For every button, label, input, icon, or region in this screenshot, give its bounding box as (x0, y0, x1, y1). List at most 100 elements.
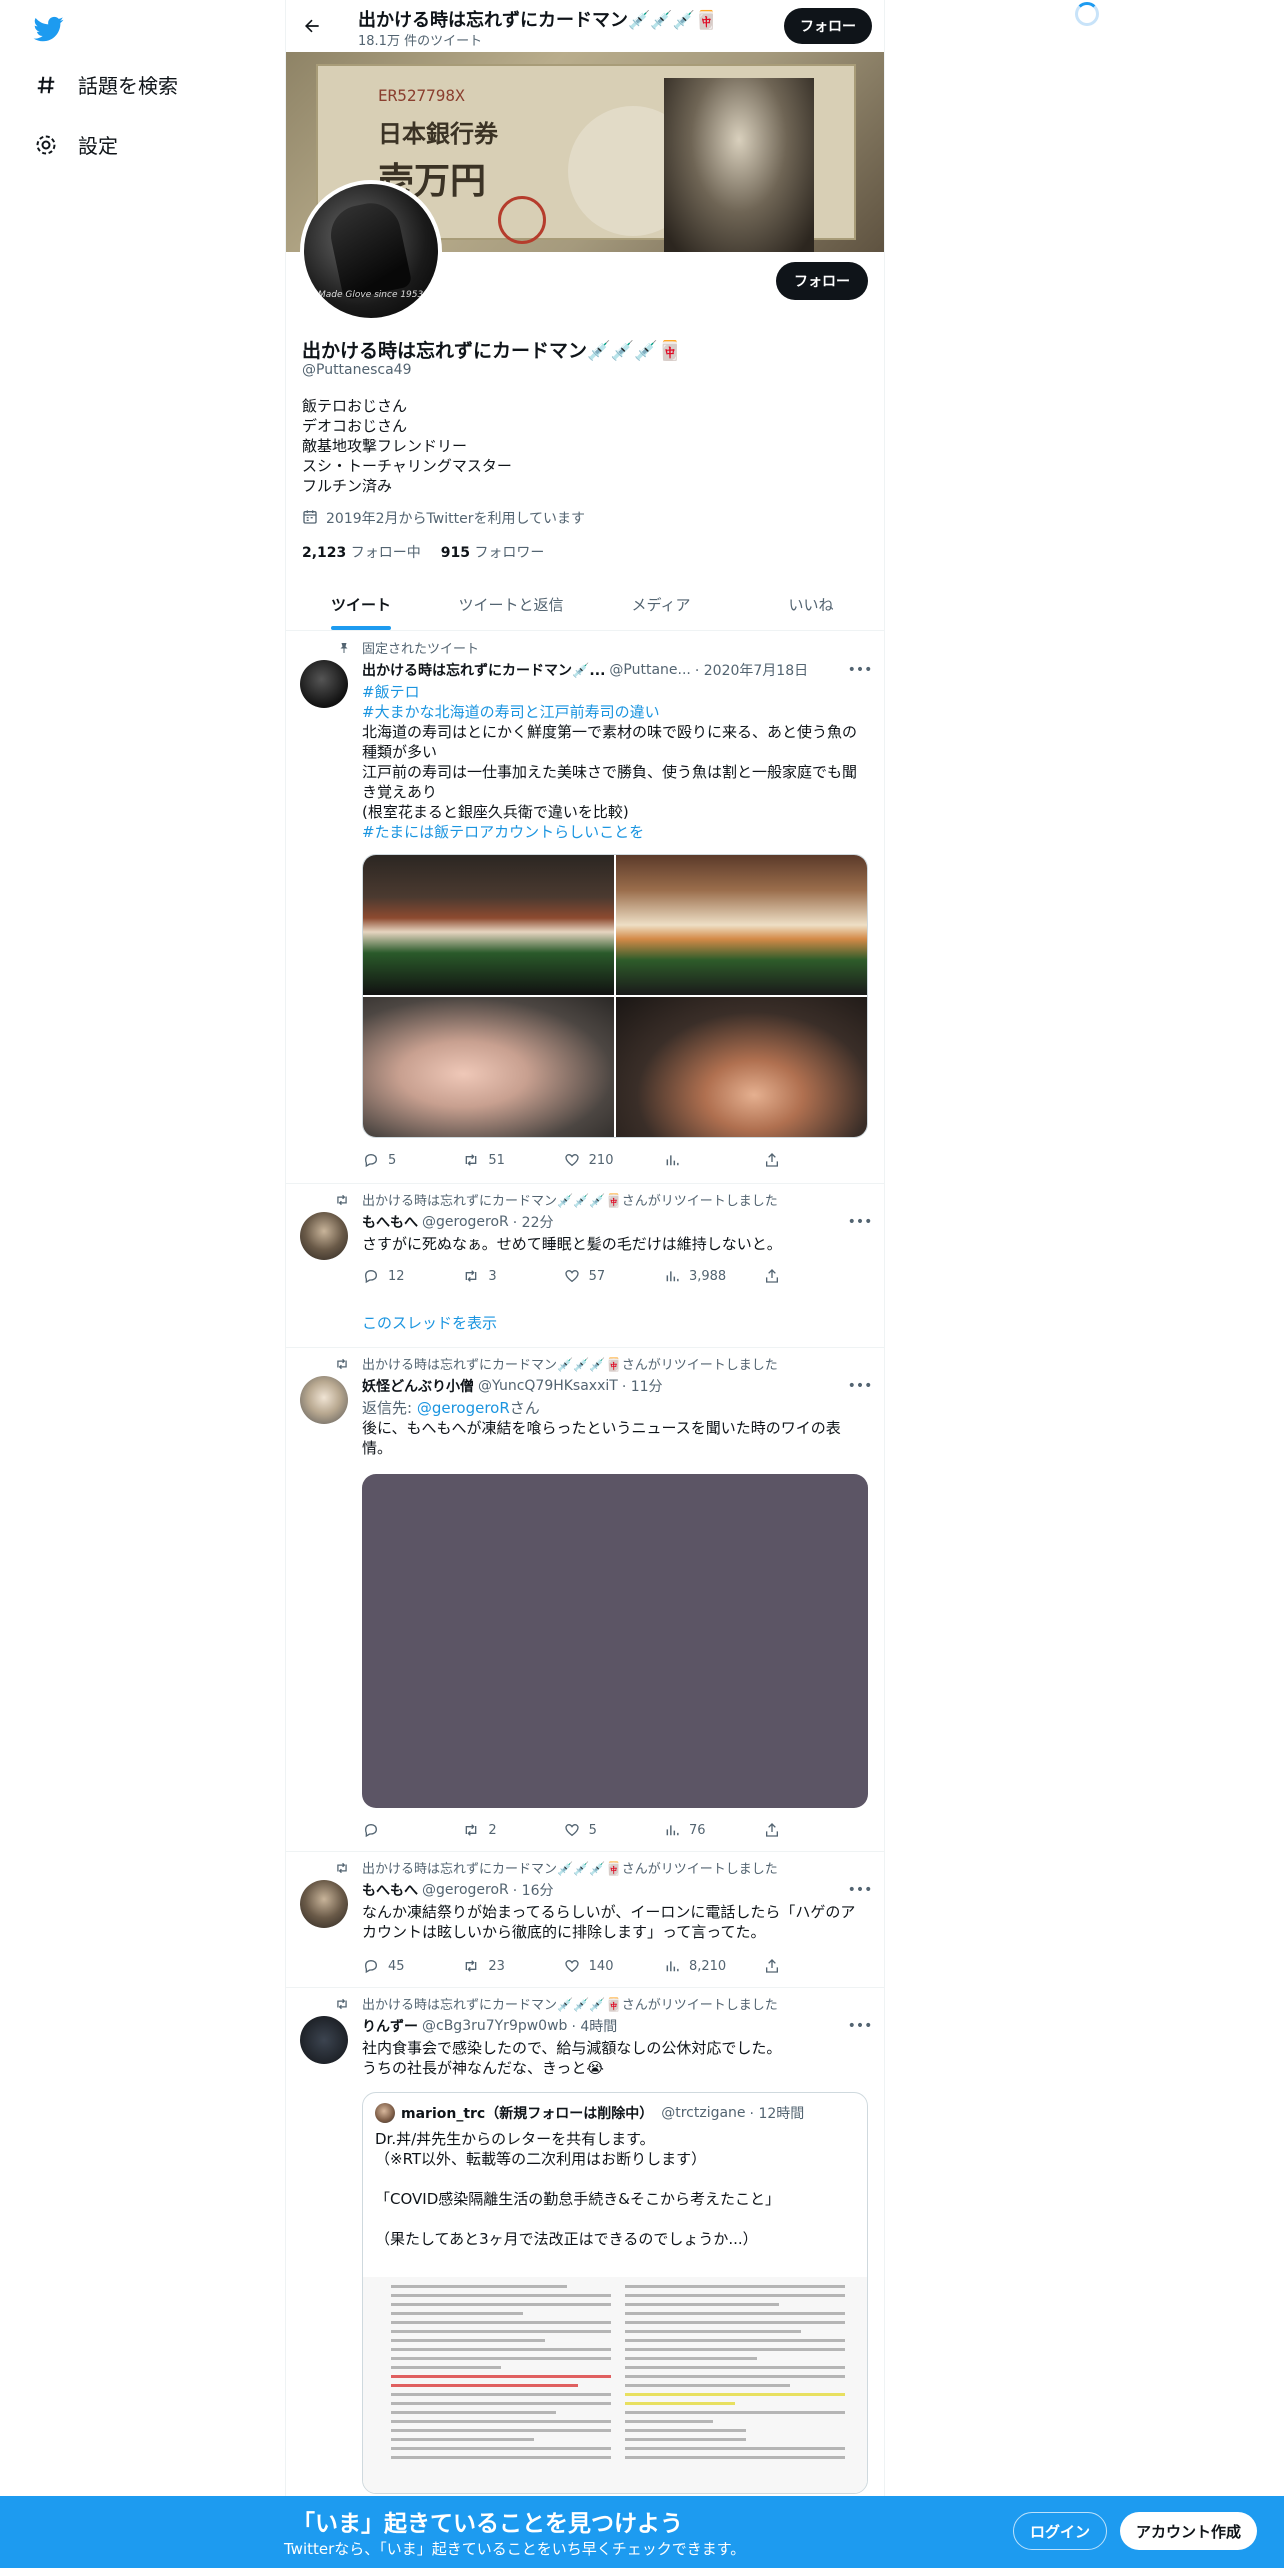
views-button[interactable]: 3,988 (663, 1266, 763, 1286)
tweet-avatar[interactable] (300, 1212, 348, 1260)
topbar-follow-button[interactable]: フォロー (784, 8, 872, 44)
tweet-author-handle[interactable]: @gerogeroR (422, 1214, 509, 1230)
more-options-icon[interactable]: ••• (848, 1880, 873, 1900)
sushi-photo-3[interactable] (363, 997, 614, 1137)
tweet-time[interactable]: · 11分 (622, 1376, 663, 1396)
quoted-text: Dr.丼/丼先生からのレターを共有します。 （※RT以外、転載等の二次利用はお断… (375, 2129, 855, 2249)
profile-tabs: ツイート ツイートと返信 メディア いいね (286, 578, 884, 631)
tweet-author-handle[interactable]: @YuncQ79HKsaxxiT (478, 1378, 618, 1394)
tab-likes[interactable]: いいね (736, 578, 884, 630)
retweet-small-icon (332, 1996, 350, 2012)
reply-count: 45 (388, 1958, 405, 1974)
reply-button[interactable] (362, 1820, 462, 1840)
following-link[interactable]: 2,123 フォロー中 (302, 542, 421, 562)
followers-link[interactable]: 915 フォロワー (441, 542, 545, 562)
retweet-count: 23 (488, 1958, 505, 1974)
nav-item-settings[interactable]: 設定 (32, 130, 118, 159)
views-button[interactable]: 76 (663, 1820, 763, 1840)
twitter-logo-icon[interactable] (32, 14, 66, 44)
views-button[interactable] (663, 1150, 763, 1170)
quoted-tweet[interactable]: marion_trc（新規フォローは削除中） @trctzigane · 12時… (362, 2092, 868, 2494)
retweet-context: 出かける時は忘れずにカードマン💉💉💉🀄さんがリツイートしました (332, 1190, 778, 1209)
sushi-photo-2[interactable] (616, 855, 867, 995)
hashtag-link[interactable]: #たまには飯テロアカウントらしいことを (362, 822, 870, 842)
profile-topbar: 出かける時は忘れずにカードマン💉💉💉🀄 18.1万 件のツイート フォロー (286, 0, 884, 52)
tweet-text-line: 後に、もへもへが凍結を喰らったというニュースを聞いた時のワイの表情。 (362, 1419, 841, 1457)
retweet-button[interactable]: 2 (462, 1820, 562, 1840)
following-count: 2,123 (302, 545, 347, 561)
signup-button[interactable]: アカウント作成 (1120, 2512, 1258, 2550)
signup-banner-title: 「いま」起きていることを見つけよう (292, 2511, 683, 2537)
login-button[interactable]: ログイン (1013, 2512, 1108, 2550)
tweet-avatar[interactable] (300, 660, 348, 708)
tab-tweets[interactable]: ツイート (286, 578, 436, 630)
share-button[interactable] (763, 1820, 792, 1840)
tweet-media-video[interactable] (362, 1474, 868, 1808)
tab-tweets-and-replies[interactable]: ツイートと返信 (436, 578, 586, 630)
bio-line: 飯テロおじさん (302, 397, 408, 415)
hashtag-link[interactable]: #大まかな北海道の寿司と江戸前寿司の違い (362, 702, 870, 722)
tweet-author-handle[interactable]: @Puttane... (609, 662, 690, 678)
hashtag-icon (32, 71, 60, 99)
tweet-author-name[interactable]: もへもへ (362, 1880, 418, 1900)
tweet-retweet[interactable]: 出かける時は忘れずにカードマン💉💉💉🀄さんがリツイートしました りんずー @cB… (286, 1988, 884, 2508)
share-button[interactable] (763, 1266, 792, 1286)
tweet-avatar[interactable] (300, 2016, 348, 2064)
tweet-author-name[interactable]: 出かける時は忘れずにカードマン💉... (362, 660, 605, 680)
share-icon (763, 1267, 781, 1285)
like-button[interactable]: 140 (563, 1956, 663, 1976)
joined-date: 2019年2月からTwitterを利用しています (302, 508, 585, 528)
tab-media[interactable]: メディア (586, 578, 736, 630)
tweet-retweet[interactable]: 出かける時は忘れずにカードマン💉💉💉🀄さんがリツイートしました もへもへ @ge… (286, 1184, 884, 1348)
tweet-author-handle[interactable]: @cBg3ru7Yr9pw0wb (422, 2018, 567, 2034)
more-options-icon[interactable]: ••• (848, 2016, 873, 2036)
share-button[interactable] (763, 1150, 792, 1170)
back-arrow-icon[interactable] (298, 12, 326, 40)
more-options-icon[interactable]: ••• (848, 660, 873, 680)
tweet-retweet[interactable]: 出かける時は忘れずにカードマン💉💉💉🀄さんがリツイートしました 妖怪どんぶり小僧… (286, 1348, 884, 1852)
tweet-actions: 12 3 57 3,988 (362, 1266, 792, 1286)
like-button[interactable]: 210 (563, 1150, 663, 1170)
sushi-photo-1[interactable] (363, 855, 614, 995)
topbar-tweet-count: 18.1万 件のツイート (358, 34, 483, 49)
share-button[interactable] (763, 1956, 792, 1976)
tweet-author-handle[interactable]: @gerogeroR (422, 1882, 509, 1898)
tweet-time[interactable]: · 22分 (513, 1212, 554, 1232)
views-button[interactable]: 8,210 (663, 1956, 763, 1976)
tweet-header: りんずー @cBg3ru7Yr9pw0wb · 4時間 ••• (362, 2016, 873, 2036)
retweet-button[interactable]: 3 (462, 1266, 562, 1286)
view-count: 3,988 (688, 1268, 727, 1284)
tweet-avatar[interactable] (300, 1880, 348, 1928)
tweet-author-name[interactable]: もへもへ (362, 1212, 418, 1232)
retweet-context: 出かける時は忘れずにカードマン💉💉💉🀄さんがリツイートしました (332, 1858, 778, 1877)
retweet-button[interactable]: 23 (462, 1956, 562, 1976)
more-options-icon[interactable]: ••• (848, 1212, 873, 1232)
tweet-avatar[interactable] (300, 1376, 348, 1424)
tweet-time[interactable]: · 4時間 (571, 2016, 617, 2036)
like-button[interactable]: 5 (563, 1820, 663, 1840)
retweet-context-label: 出かける時は忘れずにカードマン💉💉💉🀄さんがリツイートしました (362, 1862, 778, 1877)
retweet-button[interactable]: 51 (462, 1150, 562, 1170)
reply-button[interactable]: 12 (362, 1266, 462, 1286)
tweet-author-name[interactable]: りんずー (362, 2016, 418, 2036)
tweet-header: 妖怪どんぶり小僧 @YuncQ79HKsaxxiT · 11分 ••• (362, 1376, 873, 1396)
quoted-tweet-header: marion_trc（新規フォローは削除中） @trctzigane · 12時… (375, 2103, 804, 2123)
show-thread-link[interactable]: このスレッドを表示 (362, 1312, 497, 1333)
like-button[interactable]: 57 (563, 1266, 663, 1286)
tweet-author-name[interactable]: 妖怪どんぶり小僧 (362, 1376, 474, 1396)
quoted-text-line (375, 2209, 855, 2229)
sushi-photo-4[interactable] (616, 997, 867, 1137)
reply-to-handle[interactable]: @gerogeroR (417, 1399, 510, 1417)
reply-button[interactable]: 5 (362, 1150, 462, 1170)
follow-button[interactable]: フォロー (776, 262, 868, 300)
tweet-time[interactable]: · 16分 (513, 1880, 554, 1900)
share-icon (763, 1151, 781, 1169)
hashtag-link[interactable]: #飯テロ (362, 682, 870, 702)
more-options-icon[interactable]: ••• (848, 1376, 873, 1396)
tweet-retweet[interactable]: 出かける時は忘れずにカードマン💉💉💉🀄さんがリツイートしました もへもへ @ge… (286, 1852, 884, 1988)
profile-avatar[interactable]: Made Glove since 1953 (300, 180, 442, 322)
reply-button[interactable]: 45 (362, 1956, 462, 1976)
nav-item-explore[interactable]: 話題を検索 (32, 70, 178, 99)
tweet-pinned[interactable]: 固定されたツイート 出かける時は忘れずにカードマン💉... @Puttane..… (286, 632, 884, 1184)
tweet-time[interactable]: · 2020年7月18日 (695, 660, 808, 680)
